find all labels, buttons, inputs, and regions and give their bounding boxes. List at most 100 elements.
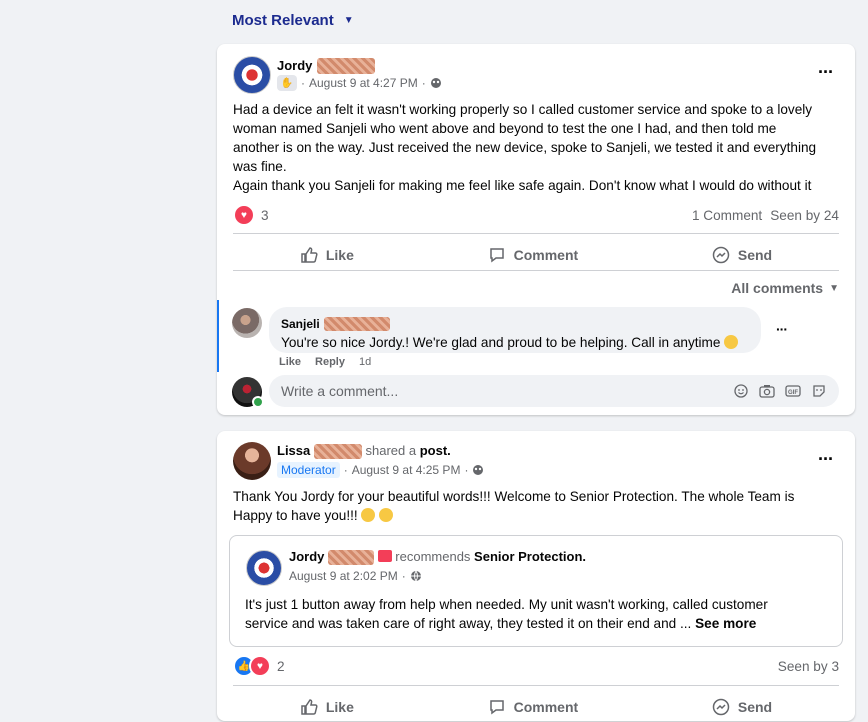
- comment-bubble: Sanjeli You're so nice Jordy.! We're gla…: [269, 307, 761, 353]
- sort-dropdown[interactable]: Most Relevant ▼: [232, 12, 354, 29]
- post-line: Had a device an felt it wasn't working p…: [233, 102, 813, 117]
- redacted-name: [313, 444, 362, 460]
- like-label: Like: [325, 247, 354, 263]
- post-header: Lissa shared a post.: [277, 443, 451, 460]
- group-audience-icon: [473, 465, 484, 475]
- like-button[interactable]: Like: [280, 240, 374, 270]
- post-line: Happy to have you!!!: [233, 508, 358, 523]
- recommended-page-link[interactable]: Senior Protection.: [474, 549, 586, 564]
- shared-post-link[interactable]: post.: [420, 443, 451, 458]
- comment-button[interactable]: Comment: [468, 240, 599, 270]
- post-line: Again thank you Sanjeli for making me fe…: [233, 178, 812, 193]
- comment-text: You're so nice Jordy.! We're glad and pr…: [281, 335, 721, 350]
- gif-icon[interactable]: GIF: [785, 383, 801, 399]
- hand-icon: ✋: [277, 75, 297, 91]
- post-date[interactable]: August 9 at 4:25 PM: [352, 463, 461, 477]
- shared-author-avatar[interactable]: [246, 550, 282, 586]
- post-meta: ✋ · August 9 at 4:27 PM ·: [277, 75, 442, 91]
- redacted-name: [328, 550, 375, 566]
- send-label: Send: [737, 699, 773, 715]
- comment-icon: [489, 700, 504, 715]
- shared-body: It's just 1 button away from help when n…: [245, 595, 835, 633]
- post-card-1: Jordy ✋ · August 9 at 4:27 PM · ··· Had …: [217, 44, 855, 415]
- author-avatar[interactable]: [233, 442, 271, 480]
- reaction-count[interactable]: 2: [277, 659, 285, 674]
- post-options-icon[interactable]: ···: [818, 449, 834, 470]
- smile-emoji-icon: [724, 335, 739, 349]
- moderator-badge: Moderator: [277, 462, 340, 478]
- post-line: was fine.: [233, 159, 287, 174]
- recommend-icon: [377, 550, 392, 562]
- comment-tools: GIF: [733, 383, 827, 399]
- camera-icon[interactable]: [759, 383, 775, 399]
- group-audience-icon: [430, 78, 441, 88]
- sort-label: Most Relevant: [232, 12, 334, 29]
- grin-emoji-icon: [361, 508, 376, 522]
- shared-date[interactable]: August 9 at 2:02 PM: [289, 569, 398, 583]
- post-line: woman named Sanjeli who went above and b…: [233, 121, 777, 136]
- all-comments-filter[interactable]: All comments ▼: [731, 280, 839, 296]
- send-button[interactable]: Send: [692, 240, 792, 270]
- post-line: another is on the way. Just received the…: [233, 140, 817, 155]
- commenter-name[interactable]: Sanjeli: [281, 317, 320, 331]
- emoji-icon[interactable]: [733, 383, 749, 399]
- post-options-icon[interactable]: ···: [818, 62, 834, 83]
- comment-icon: [489, 248, 504, 263]
- separator: ·: [421, 76, 426, 90]
- write-comment-box[interactable]: Write a comment... GIF: [269, 375, 839, 407]
- comment-label: Comment: [513, 699, 579, 715]
- caret-down-icon: ▼: [343, 15, 354, 26]
- comment-button[interactable]: Comment: [468, 692, 599, 722]
- online-status-indicator: [252, 396, 264, 408]
- shared-meta: August 9 at 2:02 PM ·: [289, 569, 422, 583]
- see-more-link[interactable]: See more: [695, 616, 756, 631]
- post-actions: Like Comment Send: [233, 692, 839, 722]
- love-reaction-icon[interactable]: ♥: [249, 655, 271, 677]
- shared-post-preview[interactable]: Jordy recommends Senior Protection. Augu…: [229, 535, 843, 647]
- author-avatar[interactable]: [233, 56, 271, 94]
- grin-emoji-icon: [379, 508, 394, 522]
- reaction-summary: ♥ 3 1 Comment Seen by 24: [233, 204, 839, 226]
- post-meta: Moderator · August 9 at 4:25 PM ·: [277, 462, 484, 478]
- comment-options-icon[interactable]: ···: [776, 321, 788, 337]
- redacted-name: [316, 57, 375, 74]
- post-card-2: Lissa shared a post. Moderator · August …: [217, 431, 855, 721]
- comment-count[interactable]: 1 Comment: [692, 208, 762, 223]
- svg-text:GIF: GIF: [788, 390, 798, 396]
- separator: ·: [401, 569, 406, 583]
- send-label: Send: [737, 247, 773, 263]
- post-date[interactable]: August 9 at 4:27 PM: [309, 76, 418, 90]
- comment-reply-link[interactable]: Reply: [315, 356, 345, 368]
- divider: [233, 270, 839, 271]
- redacted-name: [324, 316, 391, 331]
- love-reaction-icon[interactable]: ♥: [233, 204, 255, 226]
- divider: [233, 685, 839, 686]
- thumbs-up-icon: [301, 247, 318, 263]
- comment-time[interactable]: 1d: [359, 356, 371, 368]
- thumbs-up-icon: [301, 699, 318, 715]
- like-label: Like: [325, 699, 354, 715]
- seen-by-count[interactable]: Seen by 3: [778, 659, 839, 674]
- post-header: Jordy: [277, 57, 375, 75]
- comment-actions: Like Reply 1d: [279, 356, 371, 368]
- sticker-icon[interactable]: [811, 383, 827, 399]
- author-name[interactable]: Lissa: [277, 443, 310, 458]
- commenter-avatar[interactable]: [232, 308, 262, 338]
- comment-like-link[interactable]: Like: [279, 356, 301, 368]
- send-button[interactable]: Send: [692, 692, 792, 722]
- write-comment-placeholder: Write a comment...: [281, 383, 399, 399]
- separator: ·: [464, 463, 469, 477]
- reaction-summary: 👍 ♥ 2 Seen by 3: [233, 655, 839, 677]
- divider: [233, 233, 839, 234]
- shared-author-name[interactable]: Jordy: [289, 549, 324, 564]
- recommends-text: recommends: [395, 549, 471, 564]
- thread-indicator: [217, 300, 219, 372]
- seen-by-count[interactable]: Seen by 24: [770, 208, 839, 223]
- author-name[interactable]: Jordy: [277, 58, 312, 73]
- like-button[interactable]: Like: [280, 692, 374, 722]
- reaction-count[interactable]: 3: [261, 208, 269, 223]
- shared-a-text: shared a: [365, 443, 417, 458]
- post-line: Thank You Jordy for your beautiful words…: [233, 489, 795, 504]
- shared-header: Jordy recommends Senior Protection.: [289, 549, 586, 566]
- post-body: Had a device an felt it wasn't working p…: [233, 100, 843, 195]
